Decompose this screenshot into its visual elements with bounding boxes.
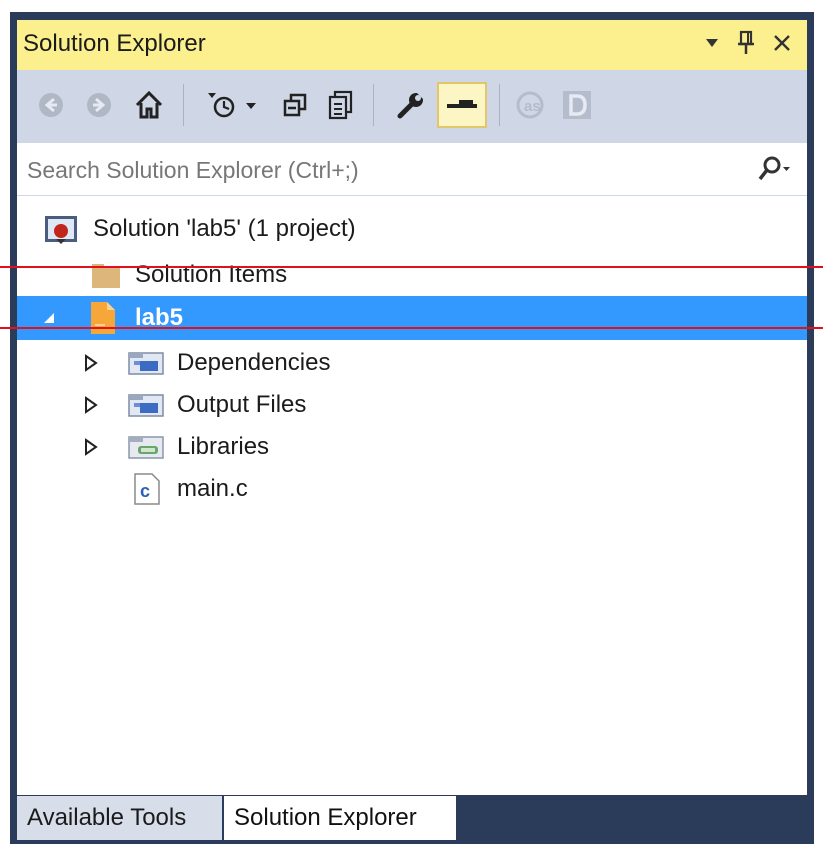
forward-button[interactable] [79,82,119,128]
properties-button[interactable] [391,82,431,128]
svg-text:c: c [140,481,150,501]
c-file-icon: c [133,472,161,506]
tree-item-solution[interactable]: Solution 'lab5' (1 project) [17,208,807,250]
close-button[interactable] [767,28,797,58]
show-all-files-button[interactable] [321,82,361,128]
screenshot-frame: Solution Explorer as Search Solution Exp… [0,0,823,844]
toolbar-separator [183,84,184,126]
search-bar [17,142,807,196]
clock-filter-icon [208,93,256,118]
back-button[interactable] [31,82,71,128]
preview-icon [447,100,477,108]
tool-window-frame: Solution Explorer as Search Solution Exp… [10,12,814,844]
output-folder-icon [127,391,165,419]
d-letter-icon [563,91,591,119]
solution-explorer-panel: Solution Explorer as Search Solution Exp… [17,20,807,795]
tree-item-label: main.c [177,475,248,502]
collapsed-triangle-icon[interactable] [81,353,101,373]
pin-button[interactable] [731,28,761,58]
wrench-icon [397,92,424,119]
tree-item-solution-items[interactable]: Solution Items [17,256,807,294]
tree-item-dependencies[interactable]: Dependencies [17,342,807,384]
circle-left-arrow-icon [39,93,63,117]
home-button[interactable] [129,82,169,128]
tree-item-label: Dependencies [177,349,331,376]
toolbar-separator [499,84,500,126]
window-position-dropdown-button[interactable] [697,28,727,58]
pending-changes-filter-button[interactable] [201,82,267,128]
debug-button[interactable] [557,82,597,128]
tree-item-label: Solution 'lab5' (1 project) [93,215,356,242]
home-icon [135,90,163,119]
close-icon [774,35,790,51]
tree-item-project[interactable]: lab5 [17,296,807,340]
window-title: Solution Explorer [23,30,206,57]
collapse-all-button[interactable] [275,82,315,128]
tree-item-label: Output Files [177,391,307,418]
chevron-down-icon [706,39,718,47]
project-file-icon [89,301,117,335]
search-icon [758,156,790,181]
libraries-folder-icon [127,433,165,461]
title-bar: Solution Explorer [17,20,807,70]
dependencies-folder-icon [127,349,165,377]
search-input[interactable] [25,151,729,189]
annotation-line-bottom [0,327,823,329]
assembly-icon: as [516,91,544,119]
tab-available-tools[interactable]: Available Tools [17,796,222,840]
search-options-button[interactable] [745,153,803,185]
tree-item-output-files[interactable]: Output Files [17,384,807,426]
toolbar: as [17,70,807,142]
tree-item-main-c[interactable]: c main.c [17,468,807,510]
assembly-button[interactable]: as [513,82,553,128]
tab-solution-explorer[interactable]: Solution Explorer [224,796,456,840]
collapsed-triangle-icon[interactable] [81,395,101,415]
toolbar-separator [373,84,374,126]
pin-icon [738,30,754,54]
expanded-triangle-icon[interactable] [39,308,59,328]
bottom-tab-strip: Available Tools Solution Explorer [17,796,807,840]
collapsed-triangle-icon[interactable] [81,437,101,457]
preview-selected-items-button[interactable] [437,82,487,128]
show-all-files-icon [328,90,353,120]
circle-right-arrow-icon [87,93,111,117]
svg-text:as: as [524,98,541,115]
collapse-all-icon [283,93,307,117]
tree-item-libraries[interactable]: Libraries [17,426,807,468]
solution-icon [43,214,79,244]
annotation-line-top [0,266,823,268]
tree-item-label: Libraries [177,433,270,460]
